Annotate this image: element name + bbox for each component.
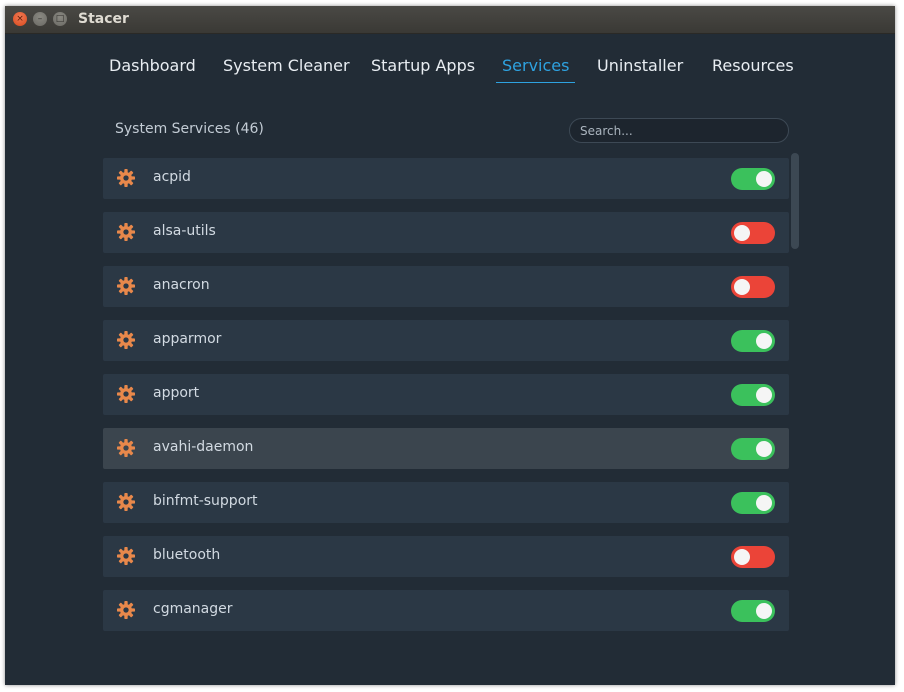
service-row[interactable]: apport xyxy=(103,374,789,415)
service-toggle-switch[interactable] xyxy=(731,222,775,244)
minimize-window-button[interactable]: – xyxy=(33,12,47,26)
toggle-knob xyxy=(756,333,772,349)
toggle-knob xyxy=(734,549,750,565)
maximize-window-button[interactable]: □ xyxy=(53,12,67,26)
service-row[interactable]: bluetooth xyxy=(103,536,789,577)
gear-icon xyxy=(116,276,136,296)
toggle-knob xyxy=(734,225,750,241)
list-scrollbar[interactable] xyxy=(791,153,799,249)
search-input[interactable] xyxy=(569,118,789,143)
toggle-knob xyxy=(734,279,750,295)
service-toggle-switch[interactable] xyxy=(731,438,775,460)
service-row[interactable]: avahi-daemon xyxy=(103,428,789,469)
service-name: bluetooth xyxy=(153,547,221,563)
toggle-knob xyxy=(756,603,772,619)
tab-dashboard[interactable]: Dashboard xyxy=(109,53,196,85)
close-window-button[interactable]: × xyxy=(13,12,27,26)
tab-startup-apps[interactable]: Startup Apps xyxy=(371,53,475,85)
gear-icon xyxy=(116,546,136,566)
window-title: Stacer xyxy=(78,11,129,27)
toggle-knob xyxy=(756,441,772,457)
service-row[interactable]: acpid xyxy=(103,158,789,199)
service-name: acpid xyxy=(153,169,191,185)
tab-services[interactable]: Services xyxy=(495,53,576,85)
tab-resources[interactable]: Resources xyxy=(712,53,794,85)
service-row[interactable]: cgmanager xyxy=(103,590,789,631)
service-row[interactable]: alsa-utils xyxy=(103,212,789,253)
gear-icon xyxy=(116,438,136,458)
service-toggle-switch[interactable] xyxy=(731,276,775,298)
gear-icon xyxy=(116,168,136,188)
toggle-knob xyxy=(756,495,772,511)
service-name: avahi-daemon xyxy=(153,439,254,455)
app-window: × – □ Stacer Dashboard System Cleaner St… xyxy=(5,6,895,685)
service-name: anacron xyxy=(153,277,210,293)
gear-icon xyxy=(116,222,136,242)
service-name: alsa-utils xyxy=(153,223,216,239)
service-toggle-switch[interactable] xyxy=(731,600,775,622)
service-name: apport xyxy=(153,385,200,401)
service-toggle-switch[interactable] xyxy=(731,168,775,190)
gear-icon xyxy=(116,492,136,512)
service-toggle-switch[interactable] xyxy=(731,384,775,406)
tab-uninstaller[interactable]: Uninstaller xyxy=(597,53,683,85)
service-row[interactable]: binfmt-support xyxy=(103,482,789,523)
service-toggle-switch[interactable] xyxy=(731,330,775,352)
toggle-knob xyxy=(756,171,772,187)
service-toggle-switch[interactable] xyxy=(731,546,775,568)
service-row[interactable]: apparmor xyxy=(103,320,789,361)
tab-system-cleaner[interactable]: System Cleaner xyxy=(223,53,350,85)
service-name: binfmt-support xyxy=(153,493,258,509)
service-row[interactable]: anacron xyxy=(103,266,789,307)
titlebar: × – □ Stacer xyxy=(5,6,895,34)
gear-icon xyxy=(116,384,136,404)
service-name: cgmanager xyxy=(153,601,233,617)
service-name: apparmor xyxy=(153,331,222,347)
gear-icon xyxy=(116,330,136,350)
gear-icon xyxy=(116,600,136,620)
toggle-knob xyxy=(756,387,772,403)
service-toggle-switch[interactable] xyxy=(731,492,775,514)
main-tabs: Dashboard System Cleaner Startup Apps Se… xyxy=(5,53,895,85)
services-count-title: System Services (46) xyxy=(115,121,264,137)
